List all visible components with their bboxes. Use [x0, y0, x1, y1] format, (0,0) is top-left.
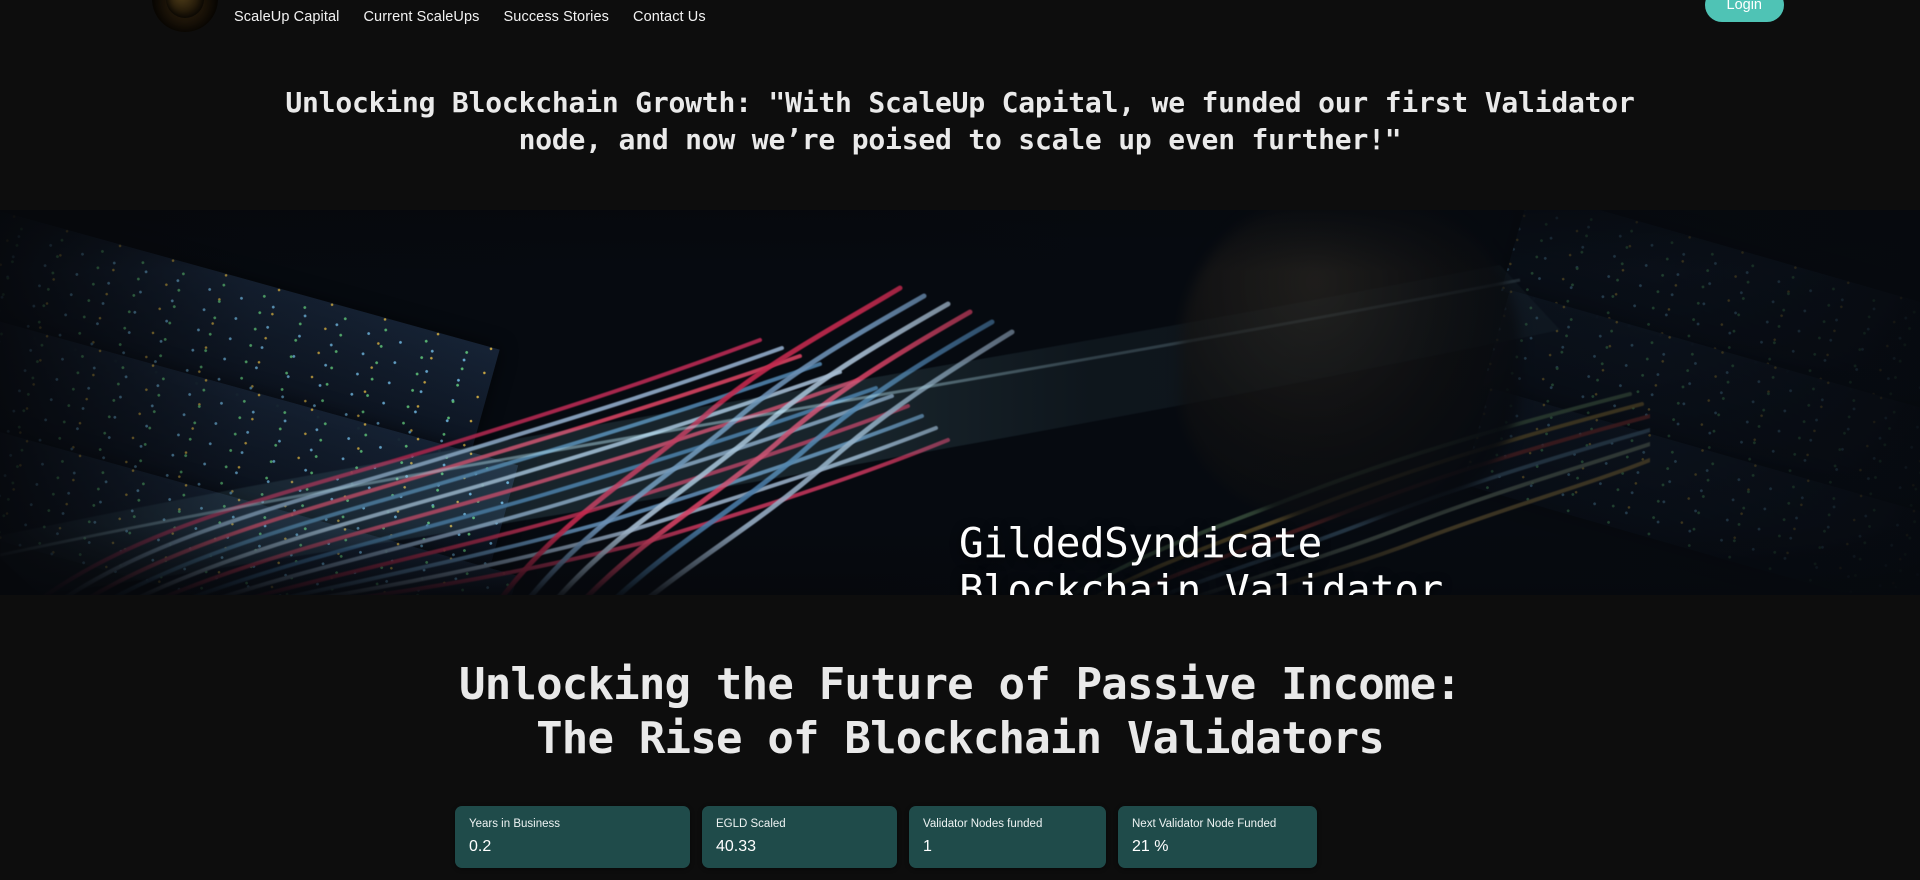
hero-title-line-1: GildedSyndicate: [959, 519, 1322, 567]
stat-label: EGLD Scaled: [716, 818, 786, 830]
stat-card: EGLD Scaled 40.33: [702, 806, 897, 868]
passive-income-section: Unlocking the Future of Passive Income: …: [0, 595, 1920, 880]
stat-label: Years in Business: [469, 818, 560, 830]
stat-value: 40.33: [716, 837, 757, 855]
login-button[interactable]: Login: [1704, 0, 1784, 22]
stat-card: Years in Business 0.2: [455, 806, 690, 868]
top-navigation-bar: ScaleUp Capital Current ScaleUps Success…: [0, 0, 1920, 34]
quote-banner: Unlocking Blockchain Growth: "With Scale…: [0, 34, 1920, 210]
site-logo[interactable]: [152, 0, 218, 32]
nav-link-success-stories[interactable]: Success Stories: [492, 10, 621, 25]
stat-card: Next Validator Node Funded 21 %: [1118, 806, 1317, 868]
stat-value: 21 %: [1132, 837, 1169, 855]
nav-link-current-scaleups[interactable]: Current ScaleUps: [351, 10, 491, 25]
primary-nav: ScaleUp Capital Current ScaleUps Success…: [234, 0, 718, 34]
hero-title-line-2: Blockchain Validator: [959, 565, 1443, 595]
stat-value: 1: [923, 837, 932, 855]
hero-section: GildedSyndicate Blockchain Validator Wel…: [0, 210, 1920, 595]
stat-label: Next Validator Node Funded: [1132, 818, 1277, 830]
section-title-line-1: Unlocking the Future of Passive Income:: [459, 659, 1462, 710]
section-title-line-2: The Rise of Blockchain Validators: [536, 712, 1385, 764]
stat-label: Validator Nodes funded: [923, 818, 1043, 830]
nav-link-contact-us[interactable]: Contact Us: [621, 10, 718, 25]
hero-title: GildedSyndicate Blockchain Validator: [959, 520, 1819, 595]
nav-link-scaleup-capital[interactable]: ScaleUp Capital: [234, 10, 351, 25]
stat-card: Validator Nodes funded 1: [909, 806, 1106, 868]
section-title: Unlocking the Future of Passive Income: …: [0, 658, 1920, 765]
stats-row: Years in Business 0.2 EGLD Scaled 40.33 …: [455, 806, 1317, 868]
hero-content: GildedSyndicate Blockchain Validator Wel…: [959, 520, 1819, 595]
stat-value: 0.2: [469, 837, 492, 855]
quote-text: Unlocking Blockchain Growth: "With Scale…: [285, 86, 1635, 156]
crest-logo-icon: [152, 0, 218, 32]
crest-logo-center: [166, 0, 204, 18]
